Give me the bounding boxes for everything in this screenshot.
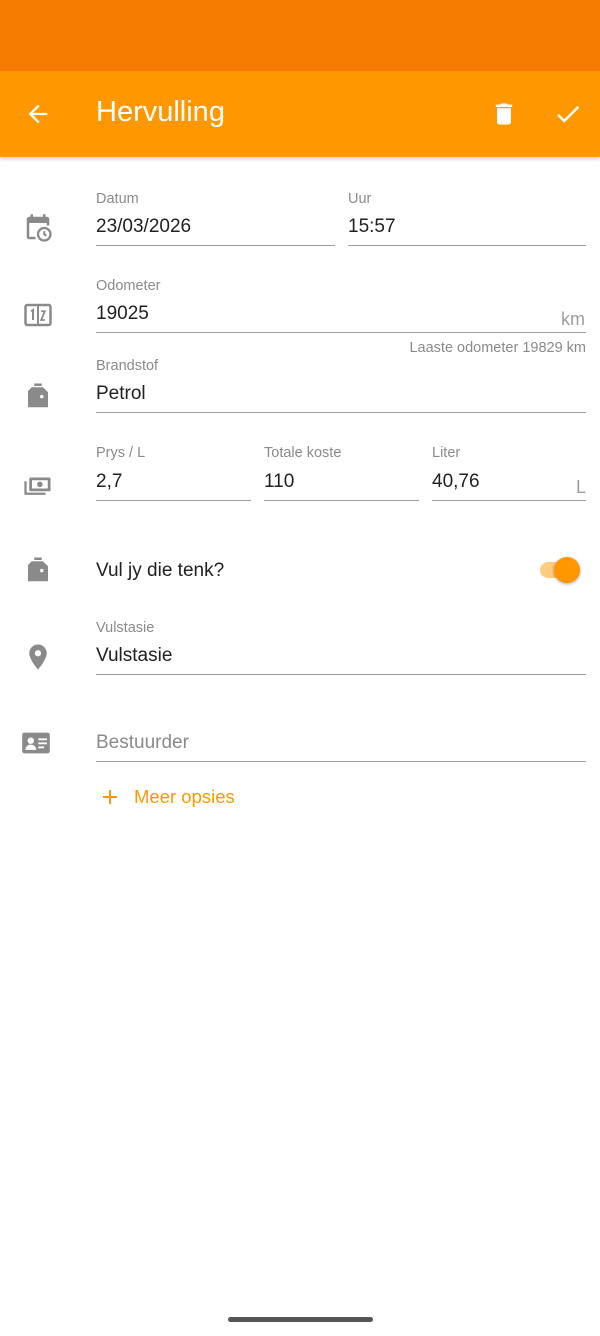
- fuel-field[interactable]: [96, 375, 586, 413]
- odometer-label: Odometer: [96, 278, 161, 294]
- page-title: Hervulling: [96, 96, 225, 128]
- total-cost-label: Totale koste: [264, 445, 342, 461]
- more-options-label: Meer opsies: [134, 786, 235, 807]
- station-field[interactable]: [96, 637, 586, 675]
- back-button[interactable]: [14, 90, 62, 138]
- full-tank-switch[interactable]: [536, 556, 584, 584]
- odometer-unit: km: [561, 309, 585, 329]
- arrow-left-icon: [28, 104, 48, 124]
- check-icon: [557, 105, 580, 123]
- fuel-can-icon: [23, 381, 53, 411]
- time-field[interactable]: [348, 208, 586, 246]
- driver-field[interactable]: [96, 724, 586, 762]
- plus-icon: [96, 783, 124, 811]
- location-pin-icon: [23, 642, 53, 672]
- switch-thumb: [554, 557, 580, 583]
- id-card-icon: [21, 728, 51, 758]
- liter-unit: L: [576, 477, 587, 497]
- money-icon: [23, 470, 53, 500]
- liter-field[interactable]: [432, 463, 586, 501]
- price-field[interactable]: [96, 463, 251, 501]
- price-label: Prys / L: [96, 445, 146, 461]
- save-button[interactable]: [544, 90, 592, 138]
- calendar-clock-icon: [23, 213, 53, 243]
- navigation-handle[interactable]: [228, 1317, 373, 1322]
- full-tank-label: Vul jy die tenk?: [96, 560, 225, 581]
- fuel-label: Brandstof: [96, 358, 159, 374]
- fuel-can-icon: [23, 555, 53, 585]
- status-bar: [0, 0, 600, 71]
- date-label: Datum: [96, 191, 139, 207]
- liter-label: Liter: [432, 445, 461, 461]
- time-label: Uur: [348, 191, 372, 207]
- date-field[interactable]: [96, 208, 335, 246]
- odometer-icon: [23, 300, 53, 330]
- more-options-button[interactable]: Meer opsies: [96, 780, 235, 814]
- odometer-field[interactable]: [96, 295, 586, 333]
- trash-icon: [495, 103, 513, 125]
- delete-button[interactable]: [480, 90, 528, 138]
- app-bar: Hervulling: [0, 71, 600, 157]
- odometer-helper-text: Laaste odometer 19829 km: [409, 340, 586, 356]
- total-cost-field[interactable]: [264, 463, 419, 501]
- station-label: Vulstasie: [96, 620, 155, 636]
